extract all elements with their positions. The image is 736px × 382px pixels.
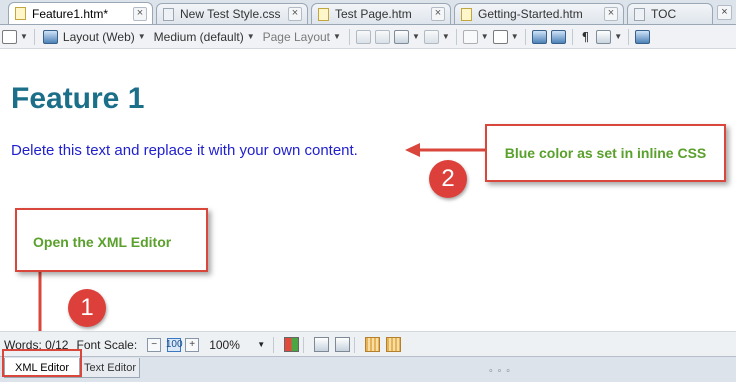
pilcrow-icon: ¶ [581, 29, 590, 44]
insert-icon [635, 29, 651, 44]
layout-dropdown[interactable]: Layout (Web) ▼ [39, 28, 150, 45]
callout-open-xml-editor: Open the XML Editor [15, 208, 208, 272]
toolbar-separator [455, 28, 457, 45]
htm-file-icon [461, 7, 472, 21]
show-formatting-button[interactable]: ¶ [577, 28, 595, 45]
chevron-down-icon: ▼ [137, 32, 146, 41]
tab-toc[interactable]: TOC [627, 3, 713, 24]
style-button[interactable]: ▼ [594, 28, 624, 45]
image-icon [393, 29, 409, 44]
align-left-icon[interactable] [314, 337, 330, 352]
chevron-down-icon: ▼ [20, 32, 28, 41]
close-tab-icon[interactable]: × [604, 7, 618, 21]
chevron-down-icon[interactable]: ▼ [257, 340, 265, 349]
step-badge-1: 1 [68, 289, 106, 327]
chevron-down-icon: ▼ [411, 32, 420, 41]
toggle-icon [531, 29, 547, 44]
insert-button[interactable] [633, 28, 652, 45]
chevron-down-icon: ▼ [441, 32, 450, 41]
tab-text-editor[interactable]: Text Editor [80, 358, 140, 378]
step-badge-2: 2 [429, 160, 467, 198]
text-button[interactable]: ▼ [491, 28, 521, 45]
toolbar-separator [571, 28, 573, 45]
tab-getting-started[interactable]: Getting-Started.htm × [454, 3, 624, 24]
callout-inline-css: Blue color as set in inline CSS [485, 124, 726, 182]
show-blocks-button[interactable] [373, 28, 392, 45]
tab-label: Feature1.htm* [32, 6, 109, 21]
close-tab-icon[interactable]: × [133, 6, 147, 21]
xml-tab-highlight [2, 349, 82, 377]
splitter-grip[interactable]: ∘∘∘ [488, 365, 514, 376]
tab-new-test-style[interactable]: New Test Style.css × [156, 3, 308, 24]
status-separator [354, 336, 356, 353]
horizontal-ruler-icon[interactable] [365, 337, 381, 352]
tab-feature1[interactable]: Feature1.htm* × [8, 2, 153, 24]
page-icon [462, 29, 478, 44]
show-blocks-icon [374, 29, 390, 44]
tab-test-page[interactable]: Test Page.htm × [311, 3, 451, 24]
toolbar-separator [628, 28, 630, 45]
font-scale-reset-button[interactable]: 100 [166, 337, 183, 352]
toc-file-icon [634, 7, 645, 21]
layout-icon [42, 29, 58, 44]
toolbar-separator [348, 28, 350, 45]
markers-icon [423, 29, 439, 44]
color-scheme-icon[interactable] [284, 337, 300, 352]
preview-button[interactable]: ▼ [0, 28, 30, 45]
toggle-button-1[interactable] [530, 28, 549, 45]
status-separator [273, 336, 275, 353]
chevron-down-icon: ▼ [480, 32, 489, 41]
page-button[interactable]: ▼ [461, 28, 491, 45]
tab-label: New Test Style.css [180, 7, 281, 21]
editor-mode-tabs: XML Editor Text Editor ∘∘∘ [0, 356, 736, 382]
style-icon [596, 29, 612, 44]
close-tab-icon[interactable]: × [431, 7, 445, 21]
zoom-select[interactable]: 100% [209, 338, 251, 352]
css-file-icon [163, 7, 174, 21]
font-scale-label: Font Scale: [76, 337, 138, 352]
tab-label: Test Page.htm [335, 7, 412, 21]
markers-button[interactable]: ▼ [422, 28, 452, 45]
image-button[interactable]: ▼ [392, 28, 422, 45]
htm-file-icon [318, 7, 329, 21]
status-bar: Words: 0/12 Font Scale: − 100 + 100% ▼ [0, 331, 736, 357]
align-top-icon[interactable] [335, 337, 351, 352]
chevron-down-icon: ▼ [246, 32, 255, 41]
tab-label: Getting-Started.htm [478, 7, 583, 21]
show-tags-button[interactable] [354, 28, 373, 45]
toggle-icon [550, 29, 566, 44]
tab-label: TOC [651, 7, 677, 21]
toolbar-separator [33, 28, 35, 45]
medium-dropdown[interactable]: Medium (default) ▼ [150, 28, 259, 45]
layout-dropdown-label: Layout (Web) [62, 29, 135, 44]
font-scale-increase-button[interactable]: + [185, 337, 200, 352]
chevron-down-icon: ▼ [614, 32, 623, 41]
chevron-down-icon: ▼ [510, 32, 519, 41]
htm-file-icon [15, 7, 26, 20]
page-layout-dropdown[interactable]: Page Layout ▼ [259, 28, 345, 45]
vertical-ruler-icon[interactable] [386, 337, 402, 352]
toolbar-separator [524, 28, 526, 45]
font-scale-decrease-button[interactable]: − [147, 337, 162, 352]
page-heading[interactable]: Feature 1 [11, 82, 144, 116]
text-icon [492, 29, 508, 44]
content-paragraph[interactable]: Delete this text and replace it with you… [11, 142, 358, 159]
close-tab-icon[interactable]: × [288, 7, 302, 21]
chevron-down-icon: ▼ [333, 32, 341, 41]
close-all-icon[interactable]: × [717, 5, 732, 20]
page-layout-dropdown-label: Page Layout [262, 29, 331, 44]
medium-dropdown-label: Medium (default) [153, 29, 244, 44]
editor-toolbar: ▼ Layout (Web) ▼ Medium (default) ▼ Page L… [0, 25, 736, 49]
document-tab-strip: Feature1.htm* × New Test Style.css × Tes… [0, 0, 736, 25]
show-tags-icon [355, 29, 371, 44]
toggle-button-2[interactable] [549, 28, 568, 45]
preview-icon [2, 29, 17, 44]
status-separator [303, 336, 305, 353]
